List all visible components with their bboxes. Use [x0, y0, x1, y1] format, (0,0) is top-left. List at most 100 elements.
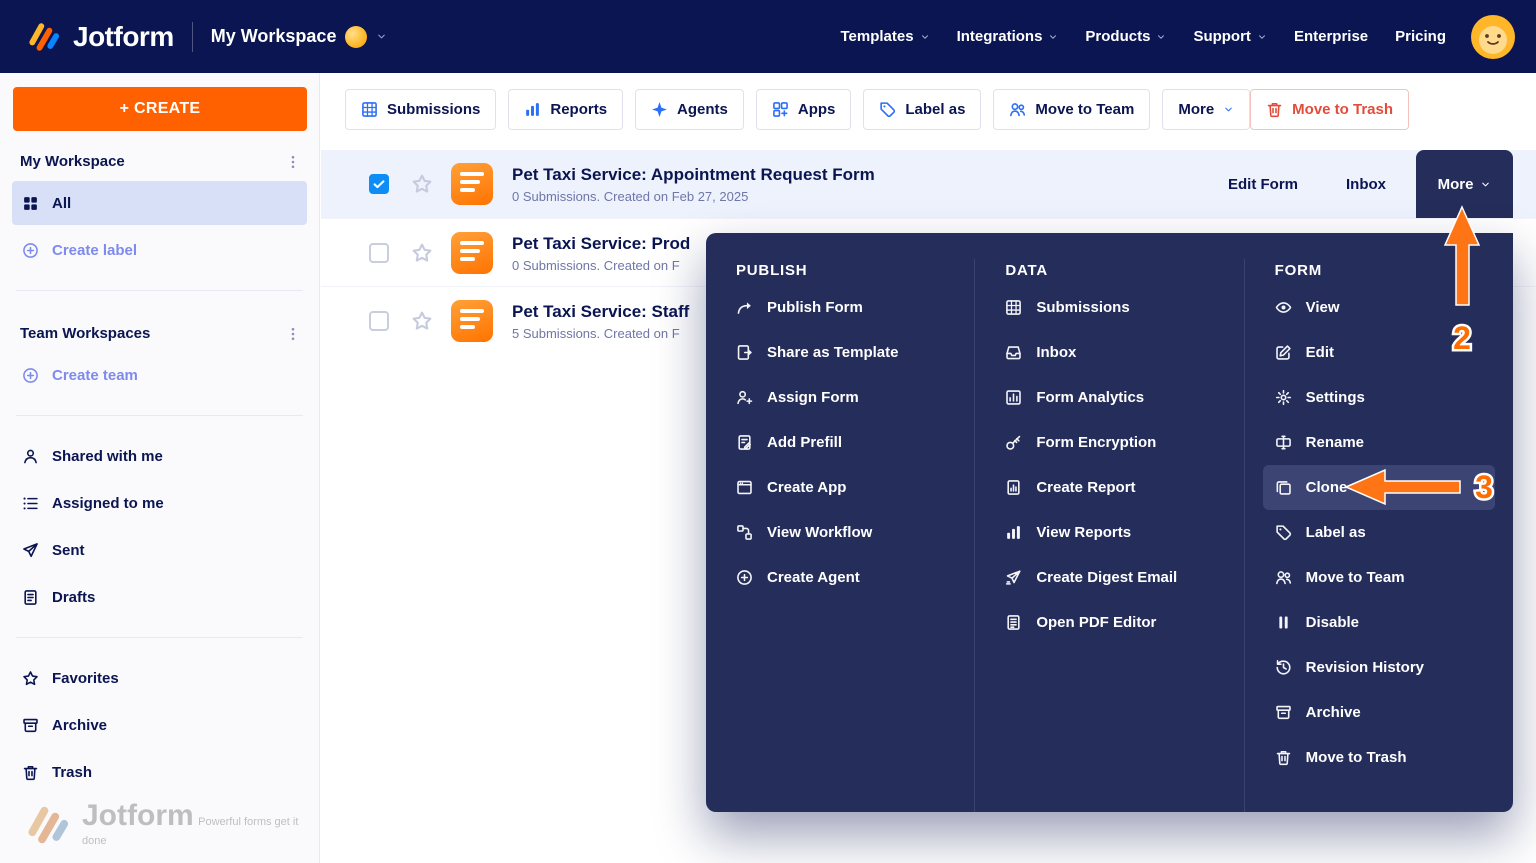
chevron-down-icon	[1223, 104, 1234, 115]
menu-item-rename[interactable]: Rename	[1263, 420, 1495, 465]
plus-circle-icon	[22, 242, 39, 259]
grid-icon	[1005, 299, 1022, 316]
menu-item-label-as[interactable]: Label as	[1263, 510, 1495, 555]
chevron-down-icon	[1156, 32, 1166, 42]
menu-item-create-digest-email[interactable]: Create Digest Email	[993, 555, 1225, 600]
nav-item-pricing[interactable]: Pricing	[1395, 28, 1446, 45]
jotform-logo-icon	[26, 19, 62, 55]
sidebar-item-archive[interactable]: Archive	[12, 703, 307, 747]
sidebar-item-sent[interactable]: Sent	[12, 528, 307, 572]
kebab-icon[interactable]	[285, 326, 301, 342]
menu-item-create-report[interactable]: Create Report	[993, 465, 1225, 510]
chart-icon	[524, 101, 541, 118]
nav-item-products[interactable]: Products	[1085, 28, 1166, 45]
eye-icon	[1275, 299, 1292, 316]
trash-icon	[1275, 749, 1292, 766]
menu-item-label: View Reports	[1036, 524, 1132, 541]
toolbar-move-to-trash-button[interactable]: Move to Trash	[1250, 89, 1410, 130]
menu-item-publish-form[interactable]: Publish Form	[724, 285, 956, 330]
menu-item-form-analytics[interactable]: Form Analytics	[993, 375, 1225, 420]
row-checkbox[interactable]	[369, 174, 389, 194]
sidebar-item-drafts[interactable]: Drafts	[12, 575, 307, 619]
trash-icon	[1266, 101, 1283, 118]
row-checkbox[interactable]	[369, 242, 389, 263]
menu-item-view-workflow[interactable]: View Workflow	[724, 510, 956, 555]
menu-item-create-agent[interactable]: Create Agent	[724, 555, 956, 600]
form-row[interactable]: Pet Taxi Service: Appointment Request Fo…	[321, 150, 1536, 218]
menu-item-submissions[interactable]: Submissions	[993, 285, 1225, 330]
form-title: Pet Taxi Service: Prod	[512, 233, 691, 253]
menu-item-share-as-template[interactable]: Share as Template	[724, 330, 956, 375]
toolbar-label-as-button[interactable]: Label as	[863, 89, 982, 130]
toolbar-agents-button[interactable]: Agents	[635, 89, 744, 130]
edit-form-link[interactable]: Edit Form	[1228, 176, 1298, 193]
menu-item-settings[interactable]: Settings	[1263, 375, 1495, 420]
star-icon[interactable]	[411, 242, 433, 264]
inbox-icon	[1005, 344, 1022, 361]
chevron-down-icon	[920, 32, 930, 42]
tag-icon	[1275, 524, 1292, 541]
toolbar-apps-button[interactable]: Apps	[755, 89, 852, 130]
star-icon[interactable]	[411, 173, 433, 195]
form-row-text: Pet Taxi Service: Staff 5 Submissions. Cr…	[512, 301, 689, 341]
kebab-icon[interactable]	[285, 154, 301, 170]
menu-item-archive[interactable]: Archive	[1263, 690, 1495, 735]
sidebar-item-label: Drafts	[52, 588, 96, 606]
sidebar-item-create-label[interactable]: Create label	[12, 228, 307, 272]
toolbar-button-label: Reports	[550, 101, 608, 118]
menu-column-data: DATA Submissions Inbox Form Analytics Form E…	[975, 259, 1245, 812]
menu-item-edit[interactable]: Edit	[1263, 330, 1495, 375]
nav-item-integrations[interactable]: Integrations	[957, 28, 1059, 45]
menu-item-disable[interactable]: Disable	[1263, 600, 1495, 645]
sidebar-item-assigned-to-me[interactable]: Assigned to me	[12, 481, 307, 525]
sidebar-item-shared-with-me[interactable]: Shared with me	[12, 434, 307, 478]
chevron-down-icon	[1257, 32, 1267, 42]
chart-icon	[1005, 524, 1022, 541]
user-avatar[interactable]	[1470, 14, 1516, 60]
toolbar-move-to-team-button[interactable]: Move to Team	[993, 89, 1151, 130]
assign-icon	[736, 389, 753, 406]
menu-item-view[interactable]: View	[1263, 285, 1495, 330]
nav-item-templates[interactable]: Templates	[840, 28, 929, 45]
menu-item-add-prefill[interactable]: Add Prefill	[724, 420, 956, 465]
nav-item-enterprise[interactable]: Enterprise	[1294, 28, 1368, 45]
inbox-link[interactable]: Inbox	[1346, 176, 1386, 193]
row-checkbox[interactable]	[369, 310, 389, 331]
menu-item-move-to-team[interactable]: Move to Team	[1263, 555, 1495, 600]
toolbar-buttons: Submissions Reports Agents Apps Label as Move…	[345, 89, 1151, 130]
menu-item-inbox[interactable]: Inbox	[993, 330, 1225, 375]
star-icon[interactable]	[411, 310, 433, 332]
menu-item-clone[interactable]: Clone	[1262, 465, 1495, 510]
sidebar-item-create-team[interactable]: Create team	[12, 353, 307, 397]
sidebar-heading-label: My Workspace	[20, 153, 125, 170]
person-icon	[22, 448, 39, 465]
toolbar-more-button[interactable]: More	[1162, 89, 1251, 130]
toolbar: Submissions Reports Agents Apps Label as Move…	[321, 73, 1536, 130]
menu-item-label: Form Encryption	[1036, 434, 1157, 451]
menu-item-form-encryption[interactable]: Form Encryption	[993, 420, 1225, 465]
divider	[16, 290, 303, 291]
key-icon	[1005, 434, 1022, 451]
menu-item-revision-history[interactable]: Revision History	[1263, 645, 1495, 690]
workspace-switcher[interactable]: My Workspace	[211, 25, 388, 48]
sidebar-item-all[interactable]: All	[12, 181, 307, 225]
row-more-button[interactable]: More	[1416, 150, 1513, 218]
toolbar-submissions-button[interactable]: Submissions	[345, 89, 497, 130]
users-icon	[1275, 569, 1292, 586]
sidebar-item-trash[interactable]: Trash	[12, 750, 307, 794]
jotform-logo[interactable]: Jotform	[26, 19, 174, 55]
menu-item-assign-form[interactable]: Assign Form	[724, 375, 956, 420]
menu-heading: FORM	[1274, 262, 1323, 279]
sidebar-item-favorites[interactable]: Favorites	[12, 656, 307, 700]
menu-item-open-pdf-editor[interactable]: Open PDF Editor	[993, 600, 1225, 645]
nav-item-support[interactable]: Support	[1193, 28, 1267, 45]
watermark-title: Jotform	[82, 799, 194, 832]
menu-item-move-to-trash[interactable]: Move to Trash	[1263, 735, 1495, 780]
toolbar-reports-button[interactable]: Reports	[508, 89, 624, 130]
menu-item-label: Create Report	[1036, 479, 1136, 496]
menu-item-label: Assign Form	[767, 389, 859, 406]
nav-item-label: Templates	[840, 28, 914, 45]
menu-item-create-app[interactable]: Create App	[724, 465, 956, 510]
create-button[interactable]: + CREATE	[13, 87, 307, 131]
menu-item-view-reports[interactable]: View Reports	[993, 510, 1225, 555]
